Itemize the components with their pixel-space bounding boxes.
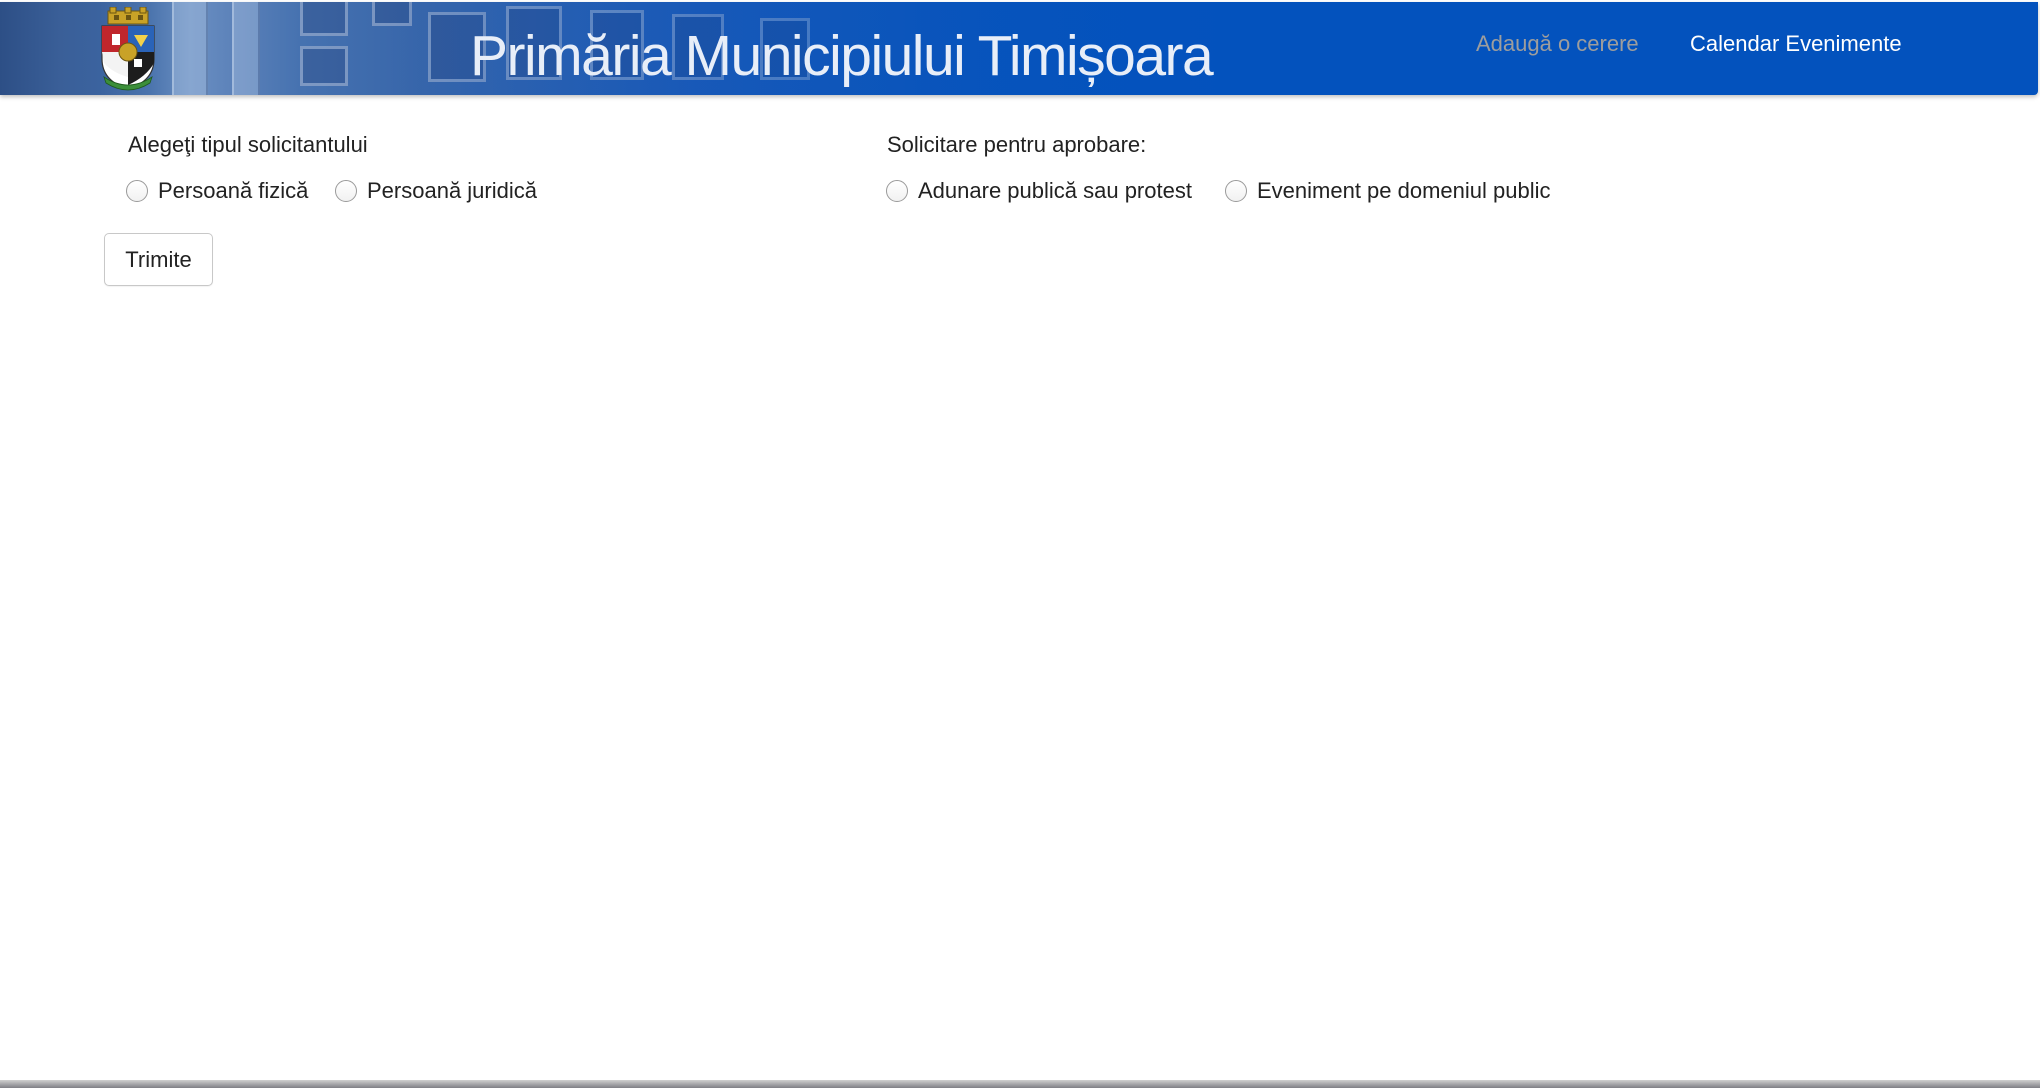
radio-button-icon[interactable] — [335, 180, 357, 202]
submit-button[interactable]: Trimite — [104, 233, 213, 286]
radio-public-assembly[interactable]: Adunare publică sau protest — [886, 177, 1192, 205]
radio-public-event-label: Eveniment pe domeniul public — [1257, 178, 1551, 203]
radio-public-assembly-label: Adunare publică sau protest — [918, 178, 1192, 203]
site-title: Primăria Municipiului Timișoara — [470, 24, 1214, 88]
nav-add-request[interactable]: Adaugă o cerere — [1476, 30, 1639, 58]
site-header: Primăria Municipiului Timișoara Adaugă o… — [0, 2, 2038, 95]
page: Primăria Municipiului Timișoara Adaugă o… — [0, 0, 2040, 1088]
approval-request-label: Solicitare pentru aprobare: — [887, 132, 1147, 157]
radio-legal-entity[interactable]: Persoană juridică — [335, 177, 537, 205]
radio-natural-person[interactable]: Persoană fizică — [126, 177, 308, 205]
radio-natural-person-label: Persoană fizică — [158, 178, 309, 203]
radio-button-icon[interactable] — [1225, 180, 1247, 202]
radio-button-icon[interactable] — [886, 180, 908, 202]
radio-legal-entity-label: Persoană juridică — [367, 178, 537, 203]
nav-calendar-events[interactable]: Calendar Evenimente — [1690, 30, 1902, 58]
window-bottom-edge — [0, 1080, 2040, 1088]
radio-button-icon[interactable] — [126, 180, 148, 202]
city-coat-of-arms-icon — [101, 7, 155, 91]
applicant-type-label: Alegeţi tipul solicitantului — [128, 132, 368, 157]
radio-public-event[interactable]: Eveniment pe domeniul public — [1225, 177, 1551, 205]
request-form: Alegeţi tipul solicitantului Persoană fi… — [0, 95, 2040, 295]
